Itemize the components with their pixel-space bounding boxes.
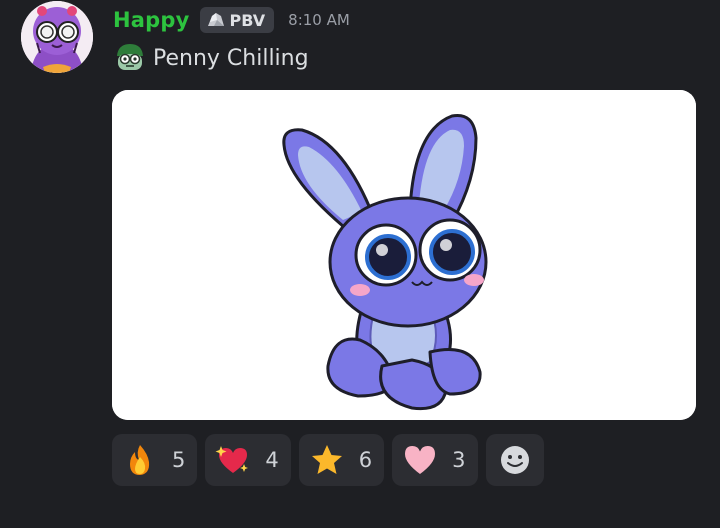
sparkling-heart-icon	[215, 446, 249, 473]
timestamp[interactable]: 8:10 AM	[288, 11, 350, 29]
zombie-face-icon	[117, 44, 143, 70]
message-header: Happy PBV 8:10 AM	[113, 5, 350, 35]
reaction-count: 3	[452, 448, 466, 472]
reaction-count: 6	[358, 448, 373, 472]
reaction-count: 4	[265, 448, 279, 472]
server-tag[interactable]: PBV	[199, 7, 275, 33]
add-reaction-icon	[500, 446, 529, 474]
avatar[interactable]	[21, 1, 93, 73]
add-reaction-button[interactable]	[485, 434, 544, 486]
image-attachment[interactable]	[112, 90, 696, 420]
chat-message: Happy PBV 8:10 AM Penny Chilling 5 4 6 3	[0, 0, 720, 528]
reaction-count: 5	[172, 448, 186, 472]
star-icon	[311, 445, 342, 474]
message-content: Penny Chilling	[113, 41, 309, 75]
reaction-pink-heart[interactable]: 3	[392, 434, 478, 486]
reaction-fire[interactable]: 5	[112, 434, 198, 486]
reaction-bar: 5 4 6 3	[112, 434, 544, 486]
fire-icon	[130, 445, 150, 475]
username[interactable]: Happy	[113, 8, 190, 32]
pink-heart-icon	[405, 446, 436, 474]
server-tag-label: PBV	[229, 10, 266, 30]
reaction-sparkling-heart[interactable]: 4	[205, 434, 291, 486]
bunny-image	[112, 90, 696, 420]
message-text: Penny Chilling	[153, 45, 309, 71]
rock-icon	[207, 13, 224, 26]
reaction-star[interactable]: 6	[298, 434, 385, 486]
